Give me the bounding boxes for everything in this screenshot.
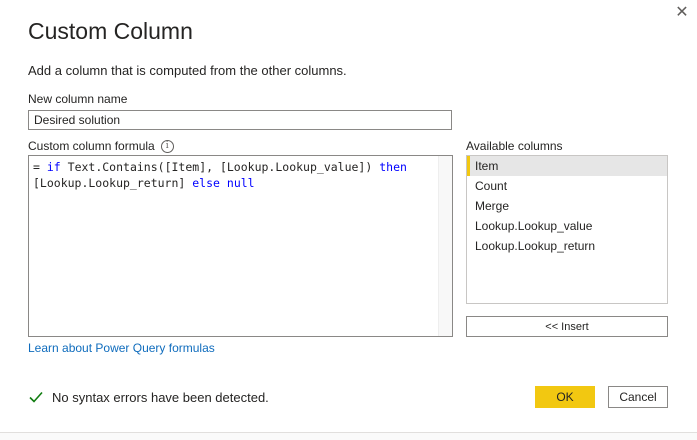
- formula-expression: Text.Contains([Item], [Lookup.Lookup_val…: [60, 160, 380, 174]
- cancel-button[interactable]: Cancel: [608, 386, 668, 408]
- insert-button[interactable]: << Insert: [466, 316, 668, 337]
- available-column-item[interactable]: Item: [467, 156, 667, 176]
- formula-return-expression: [Lookup.Lookup_return]: [33, 176, 193, 190]
- available-column-item[interactable]: Lookup.Lookup_value: [467, 216, 667, 236]
- syntax-status-text: No syntax errors have been detected.: [52, 389, 269, 405]
- new-column-name-input[interactable]: Desired solution: [28, 110, 452, 130]
- formula-scrollbar[interactable]: [438, 156, 452, 336]
- formula-keyword-then: then: [379, 160, 407, 174]
- formula-line-1: = if Text.Contains([Item], [Lookup.Looku…: [33, 160, 407, 174]
- custom-column-dialog: ✕ Custom Column Add a column that is com…: [0, 0, 697, 440]
- formula-line-2: [Lookup.Lookup_return] else null: [33, 176, 255, 190]
- available-column-item[interactable]: Lookup.Lookup_return: [467, 236, 667, 256]
- formula-label-row: Custom column formula i: [28, 139, 174, 153]
- formula-keyword-if: if: [46, 160, 61, 174]
- available-columns-list[interactable]: Item Count Merge Lookup.Lookup_value Loo…: [466, 155, 668, 304]
- syntax-status: No syntax errors have been detected.: [28, 389, 269, 405]
- dialog-title: Custom Column: [28, 18, 193, 44]
- learn-formulas-link[interactable]: Learn about Power Query formulas: [28, 341, 215, 355]
- formula-space: [220, 176, 227, 190]
- check-icon: [29, 391, 43, 403]
- formula-keyword-else: else: [192, 176, 220, 190]
- formula-label: Custom column formula: [28, 139, 155, 153]
- available-columns-label: Available columns: [466, 139, 563, 153]
- info-icon[interactable]: i: [160, 139, 174, 153]
- new-column-name-label: New column name: [28, 92, 128, 106]
- ok-button[interactable]: OK: [535, 386, 595, 408]
- formula-keyword-null: null: [226, 176, 255, 190]
- close-icon[interactable]: ✕: [672, 2, 692, 22]
- formula-prefix: =: [33, 160, 47, 174]
- available-column-item[interactable]: Merge: [467, 196, 667, 216]
- formula-editor[interactable]: = if Text.Contains([Item], [Lookup.Looku…: [28, 155, 453, 337]
- dialog-subtitle: Add a column that is computed from the o…: [28, 63, 347, 78]
- available-column-item[interactable]: Count: [467, 176, 667, 196]
